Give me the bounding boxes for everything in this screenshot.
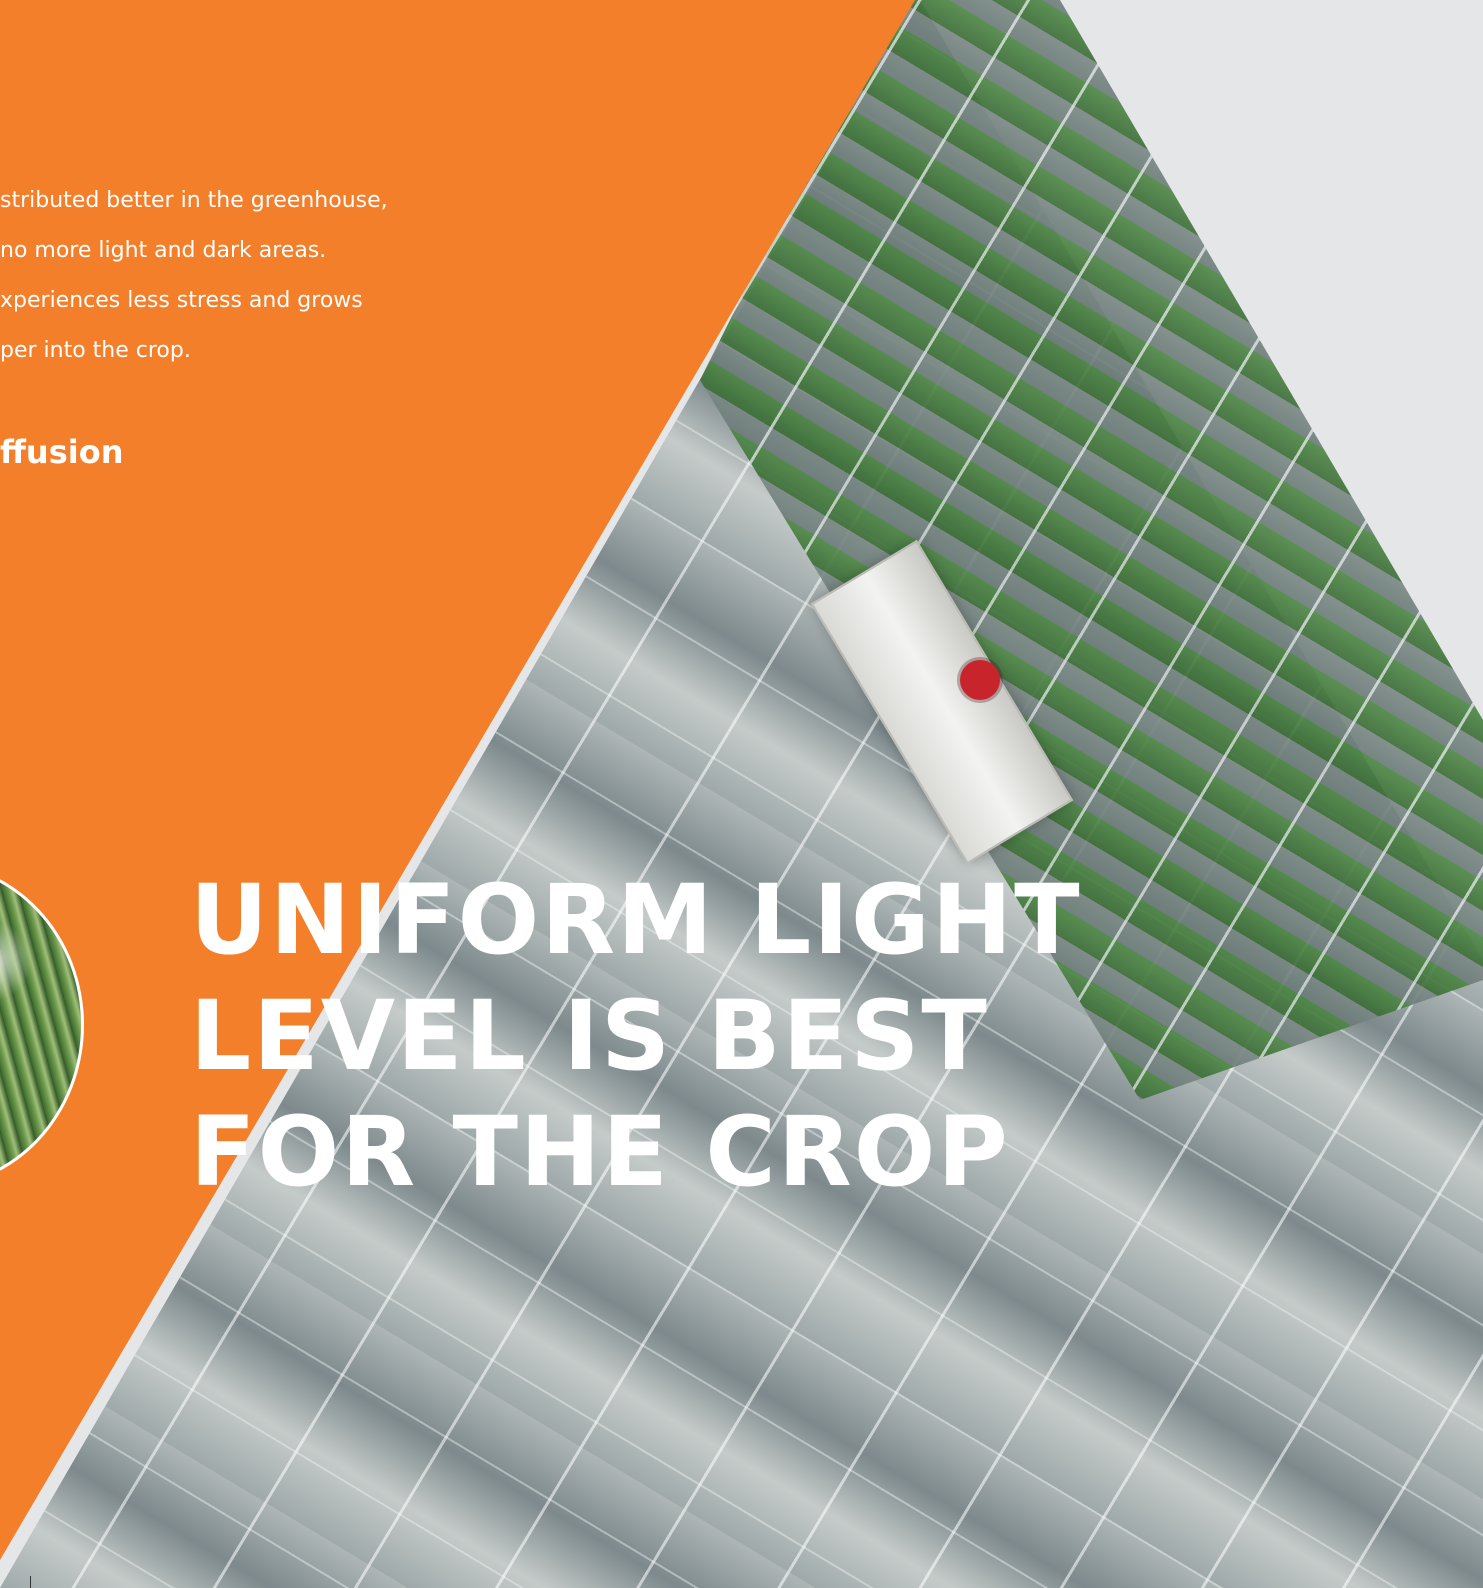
worker-figure	[960, 660, 1000, 700]
headline-line: FOR THE CROP	[190, 1096, 1010, 1208]
headline: UNIFORM LIGHT LEVEL IS BEST FOR THE CROP	[190, 862, 1082, 1210]
section-subheading: ffusion	[0, 433, 124, 471]
body-line: no more light and dark areas.	[0, 238, 327, 263]
brochure-page: stributed better in the greenhouse, no m…	[0, 0, 1483, 1588]
headline-line: UNIFORM LIGHT	[190, 864, 1082, 976]
body-line: xperiences less stress and grows	[0, 288, 363, 313]
headline-line: LEVEL IS BEST	[190, 980, 989, 1092]
body-line: per into the crop.	[0, 338, 191, 363]
body-paragraph: stributed better in the greenhouse, no m…	[0, 176, 388, 376]
body-line: stributed better in the greenhouse,	[0, 188, 388, 213]
crop-mark	[30, 1576, 31, 1588]
